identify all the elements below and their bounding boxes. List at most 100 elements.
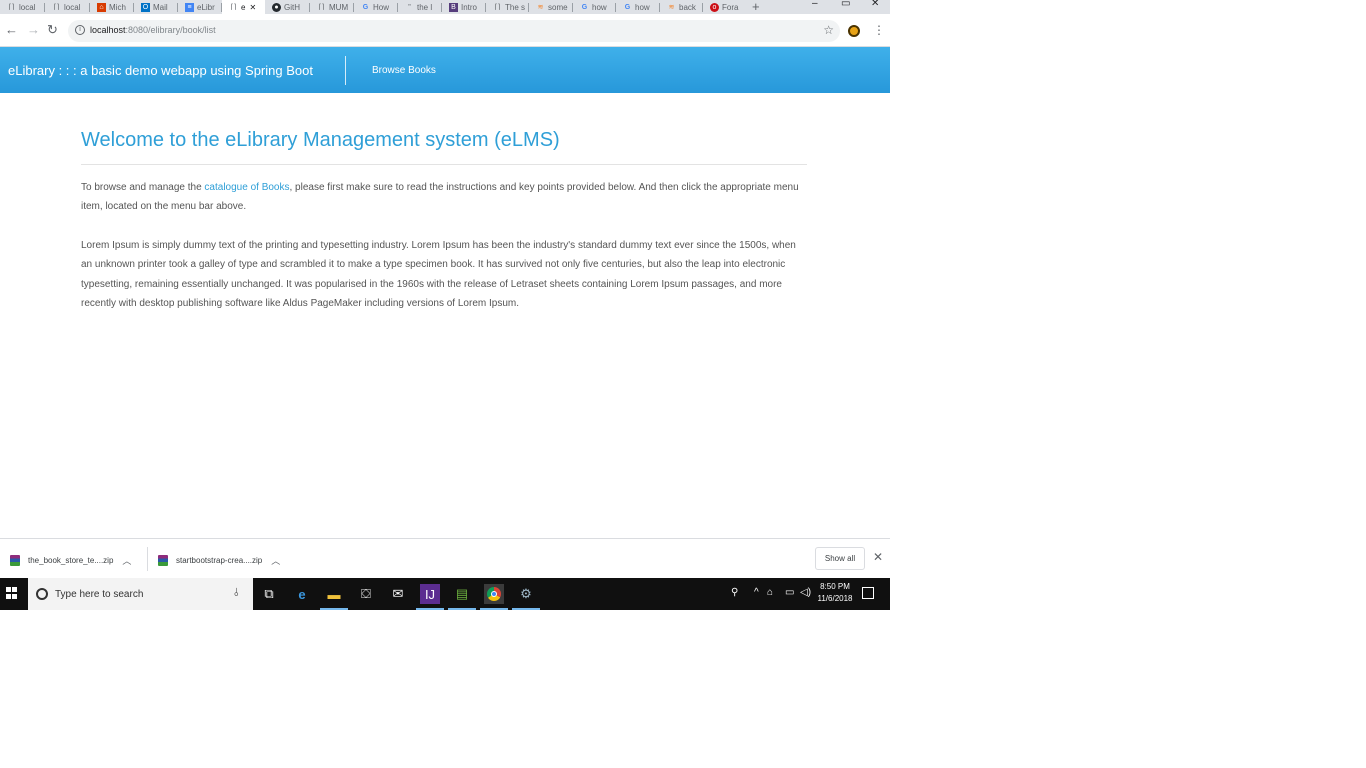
extension-icon[interactable]: [848, 25, 860, 37]
cortana-icon: [36, 588, 48, 600]
lorem-paragraph: Lorem Ipsum is simply dummy text of the …: [81, 239, 796, 310]
screen: ⌈⌉ local ⌈⌉ local ⌂ Mich O Mail ≡ eLibr ⌈⌉ e ✕ …: [0, 0, 890, 610]
chevron-up-icon[interactable]: ︿: [271, 554, 280, 567]
google-icon: G: [624, 3, 631, 11]
stackoverflow-icon: ≋: [537, 4, 544, 11]
tab-elibr[interactable]: ≡ eLibr: [178, 0, 222, 14]
tab-label: back: [679, 2, 696, 12]
bootstrap-icon: B: [449, 2, 458, 12]
browser-toolbar: ← → ↻ i localhost:8080/elibrary/book/lis…: [0, 14, 890, 47]
address-bar[interactable]: i localhost:8080/elibrary/book/list ☆: [68, 20, 840, 42]
settings-app-icon[interactable]: ⚙: [512, 584, 540, 610]
tab-mail[interactable]: O Mail: [134, 0, 178, 14]
taskbar: Type here to search ⫰ ⧉ e ▬ ⛋ ✉ IJ ▤ ⚙ ⚲…: [0, 578, 890, 610]
task-view-icon[interactable]: ⧉: [259, 584, 279, 604]
mail-icon[interactable]: ✉: [388, 584, 408, 604]
tab-label: some: [548, 2, 568, 12]
tab-how-3[interactable]: Ghow: [616, 0, 660, 14]
reload-icon[interactable]: ↻: [47, 23, 58, 37]
download-item-1[interactable]: the_book_store_te....zip ︿: [10, 551, 131, 569]
tab-label: The s: [505, 2, 526, 12]
notification-icon[interactable]: [862, 587, 874, 599]
tab-mich[interactable]: ⌂ Mich: [90, 0, 134, 14]
page-icon: ⌈⌉: [494, 4, 501, 11]
notepad-icon[interactable]: ▤: [448, 584, 476, 610]
chevron-up-icon[interactable]: ^: [754, 587, 759, 598]
app-navbar: eLibrary : : : a basic demo webapp using…: [0, 47, 890, 93]
file-explorer-icon[interactable]: ▬: [320, 584, 348, 610]
menu-dots-icon[interactable]: ⋮: [873, 23, 885, 37]
bookmark-star-icon[interactable]: ☆: [823, 23, 834, 37]
page-icon: ": [408, 3, 411, 11]
people-icon[interactable]: ⚲: [731, 587, 738, 598]
catalogue-link[interactable]: catalogue of Books: [204, 182, 289, 193]
title-divider: [81, 164, 807, 165]
forward-arrow-icon[interactable]: →: [27, 23, 40, 37]
tab-label: Mail: [153, 2, 168, 12]
browse-books-link[interactable]: Browse Books: [372, 65, 436, 76]
tab-mum[interactable]: ⌈⌉ MUM: [310, 0, 354, 14]
microphone-icon[interactable]: ⫰: [234, 587, 239, 600]
tab-label: how: [635, 2, 650, 12]
google-icon: G: [362, 3, 369, 11]
page-icon: ⌈⌉: [8, 4, 15, 11]
close-downloads-icon[interactable]: ✕: [873, 550, 883, 564]
battery-icon[interactable]: ▭: [785, 587, 794, 598]
nav-divider: [345, 56, 346, 85]
tab-intro[interactable]: B Intro: [442, 0, 486, 14]
tab-fora[interactable]: o Fora: [703, 0, 747, 14]
close-tab-icon[interactable]: ✕: [249, 3, 256, 12]
url-path: :8080/elibrary/book/list: [125, 25, 216, 35]
show-all-button[interactable]: Show all: [815, 547, 865, 570]
tab-label: MUM: [329, 2, 349, 12]
opera-icon: o: [710, 2, 719, 12]
taskbar-search[interactable]: Type here to search ⫰: [28, 578, 253, 610]
restore-icon[interactable]: ▭: [841, 0, 850, 9]
intellij-icon[interactable]: IJ: [416, 584, 444, 610]
tab-label: GitH: [284, 2, 300, 12]
edge-icon[interactable]: e: [292, 584, 312, 604]
new-tab-icon[interactable]: +: [752, 0, 760, 14]
tab-some[interactable]: ≋ some: [529, 0, 573, 14]
office-icon: ⌂: [97, 2, 106, 12]
downloads-bar: the_book_store_te....zip ︿ startbootstrap…: [0, 538, 890, 578]
tab-label: Fora: [722, 2, 739, 12]
close-window-icon[interactable]: ✕: [871, 0, 879, 9]
tab-the-s[interactable]: ⌈⌉ The s: [486, 0, 529, 14]
intro-text-before: To browse and manage the: [81, 182, 205, 193]
tab-label: eLibr: [197, 2, 215, 12]
download-item-2[interactable]: startbootstrap-crea....zip ︿: [158, 551, 280, 569]
tab-active[interactable]: ⌈⌉ e ✕: [222, 0, 265, 14]
info-icon[interactable]: i: [75, 25, 85, 35]
tab-label: how: [592, 2, 607, 12]
volume-icon[interactable]: ◁): [800, 587, 811, 598]
back-arrow-icon[interactable]: ←: [5, 23, 18, 37]
clock-date: 11/6/2018: [817, 594, 853, 603]
chevron-up-icon[interactable]: ︿: [122, 554, 131, 567]
docs-icon: ≡: [185, 2, 194, 12]
chrome-icon[interactable]: [480, 584, 508, 610]
tab-how-1[interactable]: G How: [354, 0, 398, 14]
archive-icon: [158, 554, 168, 566]
page-icon: ⌈⌉: [230, 4, 237, 11]
store-icon[interactable]: ⛋: [356, 584, 376, 604]
tab-local-2[interactable]: ⌈⌉ local: [45, 0, 90, 14]
tab-github[interactable]: ● GitH: [265, 0, 310, 14]
outlook-icon: O: [141, 2, 150, 12]
tab-strip: ⌈⌉ local ⌈⌉ local ⌂ Mich O Mail ≡ eLibr ⌈⌉ e ✕ …: [0, 0, 890, 14]
tab-label: e: [241, 2, 246, 12]
search-placeholder: Type here to search: [55, 589, 144, 600]
page-title: Welcome to the eLibrary Management syste…: [81, 129, 560, 151]
tab-local-1[interactable]: ⌈⌉ local: [0, 0, 45, 14]
brand-link[interactable]: eLibrary : : : a basic demo webapp using…: [8, 63, 313, 78]
tab-how-2[interactable]: Ghow: [573, 0, 616, 14]
windows-start-icon[interactable]: [6, 587, 18, 599]
archive-icon: [10, 554, 20, 566]
tab-back[interactable]: ≋ back: [660, 0, 703, 14]
url-host: localhost: [90, 25, 126, 35]
network-icon[interactable]: ⌂: [767, 587, 773, 598]
taskbar-clock[interactable]: 8:50 PM 11/6/2018: [816, 581, 854, 605]
tab-label: local: [19, 2, 36, 12]
tab-the-l[interactable]: " the l: [398, 0, 442, 14]
minimize-icon[interactable]: –: [812, 0, 818, 9]
